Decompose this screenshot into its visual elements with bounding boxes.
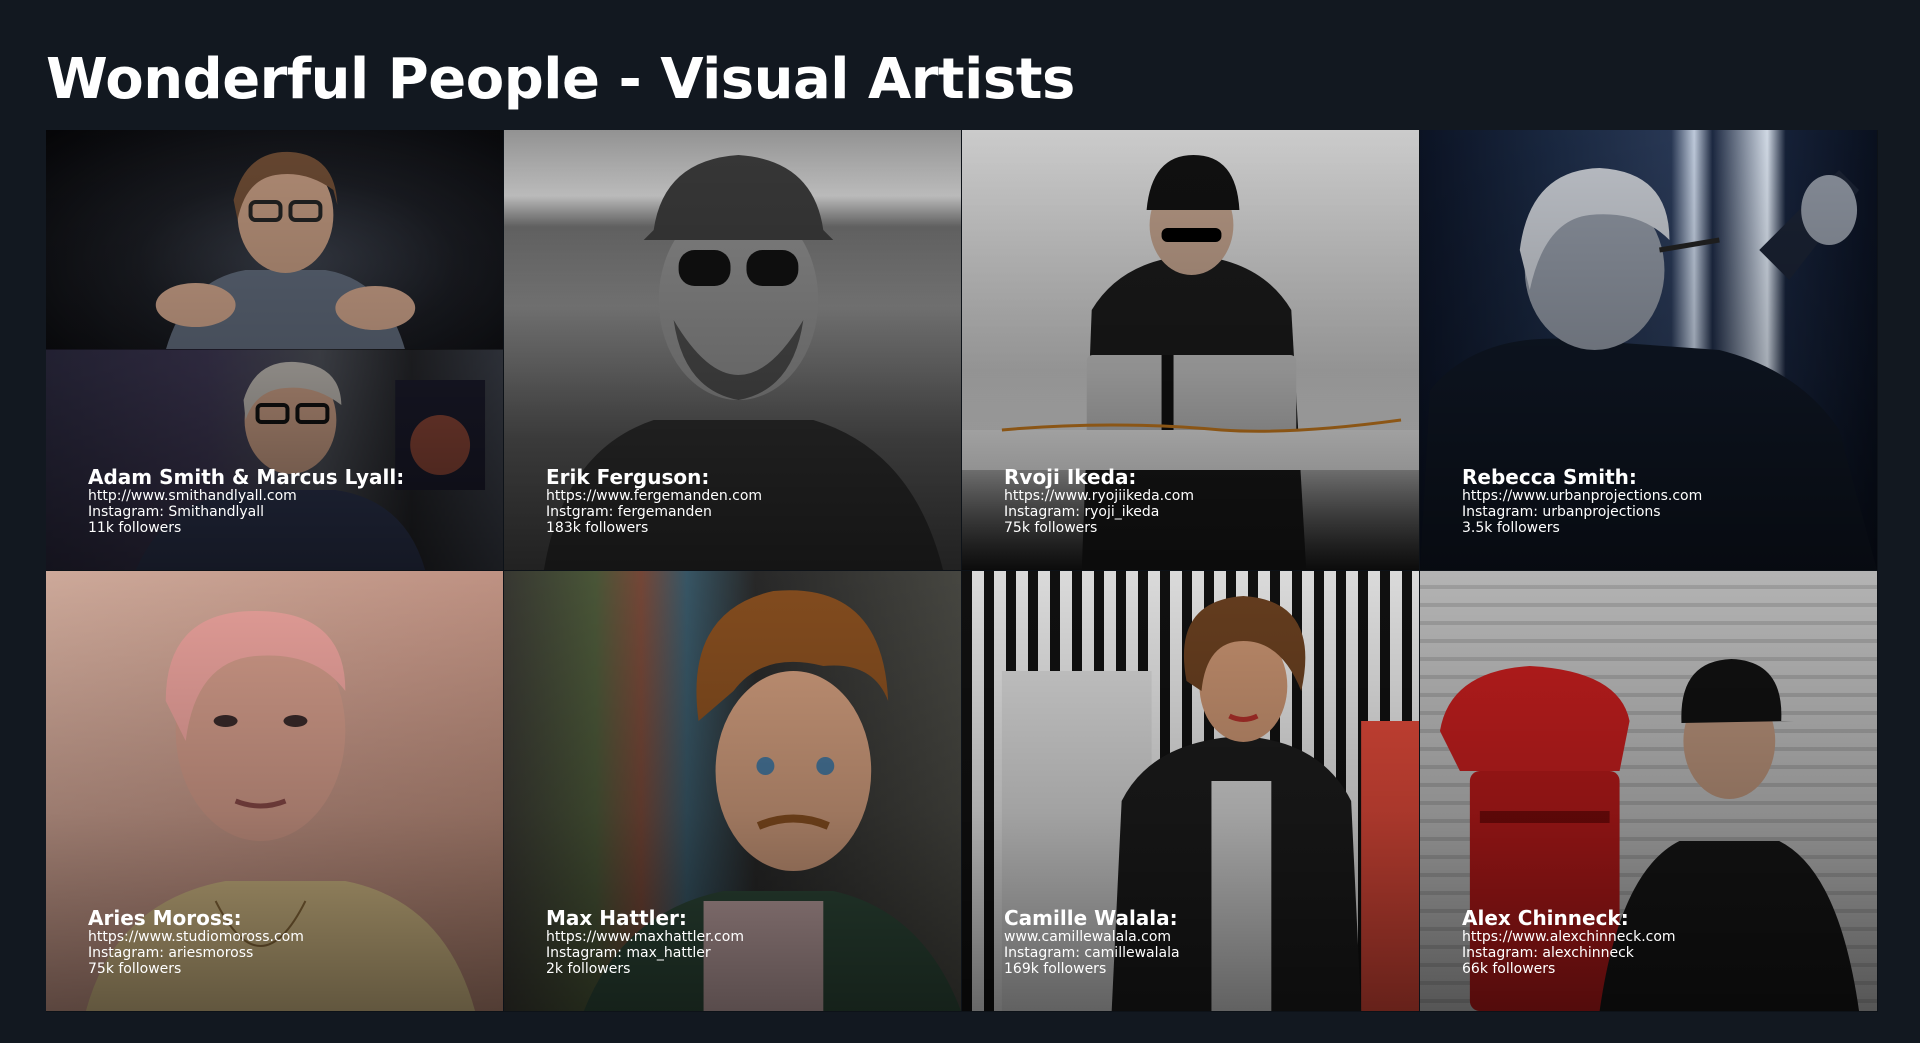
artist-instagram: Instagram: urbanprojections xyxy=(1462,504,1661,520)
artist-followers: 75k followers xyxy=(88,961,182,977)
artist-caption: Max Hattler: https://www.maxhattler.com … xyxy=(546,907,945,977)
artist-instagram: Instagram: Smithandlyall xyxy=(88,504,265,520)
artist-card-ryoji-ikeda[interactable]: Rvoji Ikeda: https://www.ryojiikeda.com … xyxy=(962,130,1420,571)
artist-followers: 11k followers xyxy=(88,520,182,536)
artist-caption: Rebecca Smith: https://www.urbanprojecti… xyxy=(1462,466,1861,536)
artist-followers: 66k followers xyxy=(1462,961,1556,977)
artist-caption: Erik Ferguson: https://www.fergemanden.c… xyxy=(546,466,945,536)
artist-caption: Adam Smith & Marcus Lyall: http://www.sm… xyxy=(88,466,487,536)
artist-instagram: Instgram: fergemanden xyxy=(546,504,712,520)
page: Wonderful People - Visual Artists Adam S… xyxy=(0,0,1920,1043)
artist-instagram: Instagram: camillewalala xyxy=(1004,945,1180,961)
artist-website-link[interactable]: https://www.maxhattler.com xyxy=(546,929,945,945)
artist-name: Camille Walala: xyxy=(1004,906,1178,930)
artist-card-camille-walala[interactable]: Camille Walala: www.camillewalala.com In… xyxy=(962,571,1420,1012)
page-title: Wonderful People - Visual Artists xyxy=(46,47,1075,112)
artist-name: Adam Smith & Marcus Lyall: xyxy=(88,465,405,489)
artist-card-adam-smith-marcus-lyall[interactable]: Adam Smith & Marcus Lyall: http://www.sm… xyxy=(46,130,504,571)
artist-website-link[interactable]: www.camillewalala.com xyxy=(1004,929,1403,945)
artist-card-alex-chinneck[interactable]: Alex Chinneck: https://www.alexchinneck.… xyxy=(1420,571,1878,1012)
artist-instagram: Instagram: alexchinneck xyxy=(1462,945,1634,961)
artist-website-link[interactable]: https://www.alexchinneck.com xyxy=(1462,929,1861,945)
artist-name: Max Hattler: xyxy=(546,906,687,930)
artist-followers: 183k followers xyxy=(546,520,649,536)
artist-card-aries-moross[interactable]: Aries Moross: https://www.studiomoross.c… xyxy=(46,571,504,1012)
artist-caption: Camille Walala: www.camillewalala.com In… xyxy=(1004,907,1403,977)
artist-followers: 2k followers xyxy=(546,961,631,977)
artist-caption: Rvoji Ikeda: https://www.ryojiikeda.com … xyxy=(1004,466,1403,536)
artist-followers: 75k followers xyxy=(1004,520,1098,536)
artist-name: Erik Ferguson: xyxy=(546,465,710,489)
artist-card-erik-ferguson[interactable]: Erik Ferguson: https://www.fergemanden.c… xyxy=(504,130,962,571)
artist-instagram: Instagram: max_hattler xyxy=(546,945,711,961)
artist-website-link[interactable]: https://www.urbanprojections.com xyxy=(1462,488,1861,504)
artist-instagram: Instagram: ariesmoross xyxy=(88,945,254,961)
artist-website-link[interactable]: https://www.fergemanden.com xyxy=(546,488,945,504)
artist-name: Aries Moross: xyxy=(88,906,242,930)
artist-caption: Alex Chinneck: https://www.alexchinneck.… xyxy=(1462,907,1861,977)
artist-card-rebecca-smith[interactable]: Rebecca Smith: https://www.urbanprojecti… xyxy=(1420,130,1878,571)
artist-name: Rvoji Ikeda: xyxy=(1004,465,1137,489)
artist-followers: 3.5k followers xyxy=(1462,520,1560,536)
artist-name: Alex Chinneck: xyxy=(1462,906,1629,930)
artist-followers: 169k followers xyxy=(1004,961,1107,977)
artist-grid: Adam Smith & Marcus Lyall: http://www.sm… xyxy=(46,130,1878,1012)
artist-website-link[interactable]: https://www.ryojiikeda.com xyxy=(1004,488,1403,504)
artist-caption: Aries Moross: https://www.studiomoross.c… xyxy=(88,907,487,977)
artist-website-link[interactable]: http://www.smithandlyall.com xyxy=(88,488,487,504)
artist-instagram: Instagram: ryoji_ikeda xyxy=(1004,504,1160,520)
artist-card-max-hattler[interactable]: Max Hattler: https://www.maxhattler.com … xyxy=(504,571,962,1012)
artist-name: Rebecca Smith: xyxy=(1462,465,1637,489)
artist-website-link[interactable]: https://www.studiomoross.com xyxy=(88,929,487,945)
